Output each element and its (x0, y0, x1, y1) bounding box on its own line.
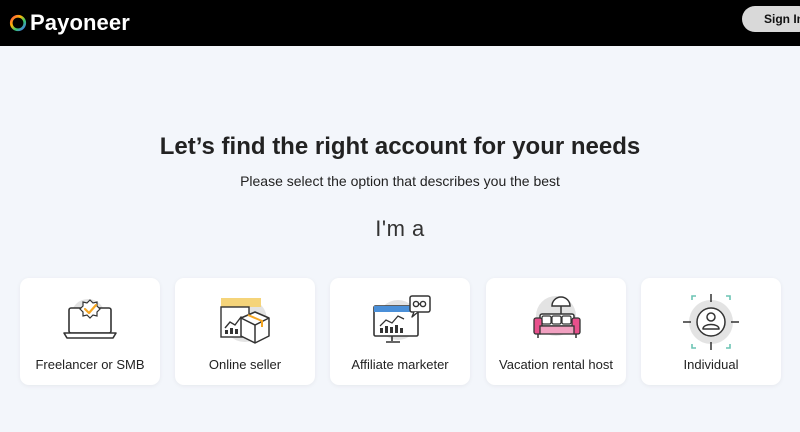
payoneer-logo[interactable]: Payoneer (9, 10, 130, 36)
page-subtitle: Please select the option that describes … (240, 173, 560, 189)
option-label: Vacation rental host (499, 357, 613, 372)
package-chart-icon (220, 298, 270, 344)
logo-ring-icon (9, 14, 27, 32)
selection-prompt: I'm a (375, 216, 425, 241)
option-card-individual[interactable]: Individual (641, 278, 781, 385)
sofa-lamp-icon (533, 296, 581, 338)
laptop-badge-icon (63, 299, 117, 339)
sign-in-button[interactable]: Sign In (742, 6, 800, 32)
option-label: Online seller (208, 357, 282, 372)
option-card-vacation-rental-host[interactable]: Vacation rental host (486, 278, 626, 385)
monitor-chart-icon (373, 295, 431, 343)
main-content: Let’s find the right account for your ne… (0, 46, 800, 432)
option-card-freelancer[interactable]: Freelancer or SMB (20, 278, 160, 385)
option-label: Freelancer or SMB (35, 357, 145, 372)
brand-name: Payoneer (30, 10, 130, 35)
person-target-icon (683, 294, 739, 350)
option-label: Affiliate marketer (351, 357, 449, 372)
option-label: Individual (683, 357, 739, 372)
page-title: Let’s find the right account for your ne… (159, 133, 641, 160)
option-card-online-seller[interactable]: Online seller (175, 278, 315, 385)
top-navigation-bar: Payoneer Sign In (0, 0, 800, 46)
option-card-affiliate-marketer[interactable]: Affiliate marketer (330, 278, 470, 385)
account-type-options: Freelancer or SMB Online seller Affiliat… (20, 278, 782, 385)
